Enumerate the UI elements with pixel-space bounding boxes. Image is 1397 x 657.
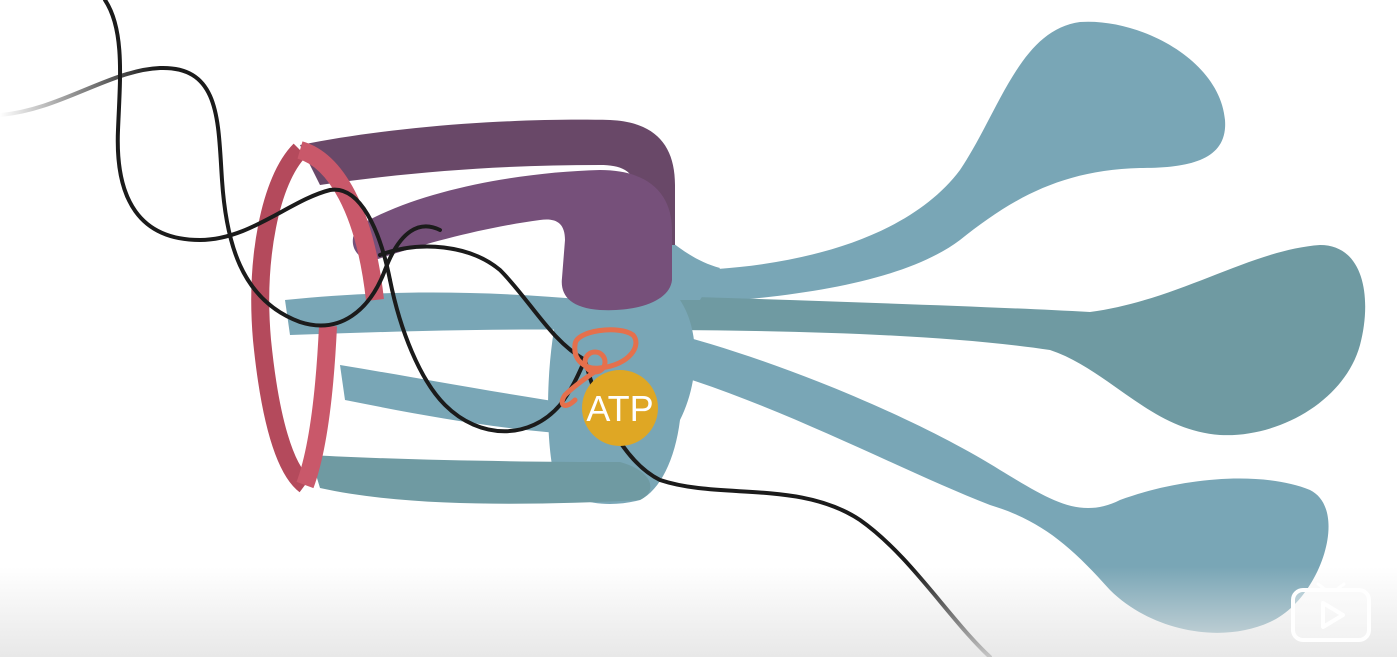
upper-lobe [640, 21, 1226, 305]
badge-frame [1291, 588, 1371, 642]
inner-band-lower [310, 455, 651, 504]
protein-dna-illustration: ATP [0, 0, 1366, 657]
atp-molecule: ATP [582, 370, 658, 446]
protein-body [285, 21, 1366, 633]
diagram-stage: ATP [0, 0, 1397, 657]
play-button[interactable] [1290, 576, 1372, 644]
atp-label: ATP [586, 388, 653, 429]
